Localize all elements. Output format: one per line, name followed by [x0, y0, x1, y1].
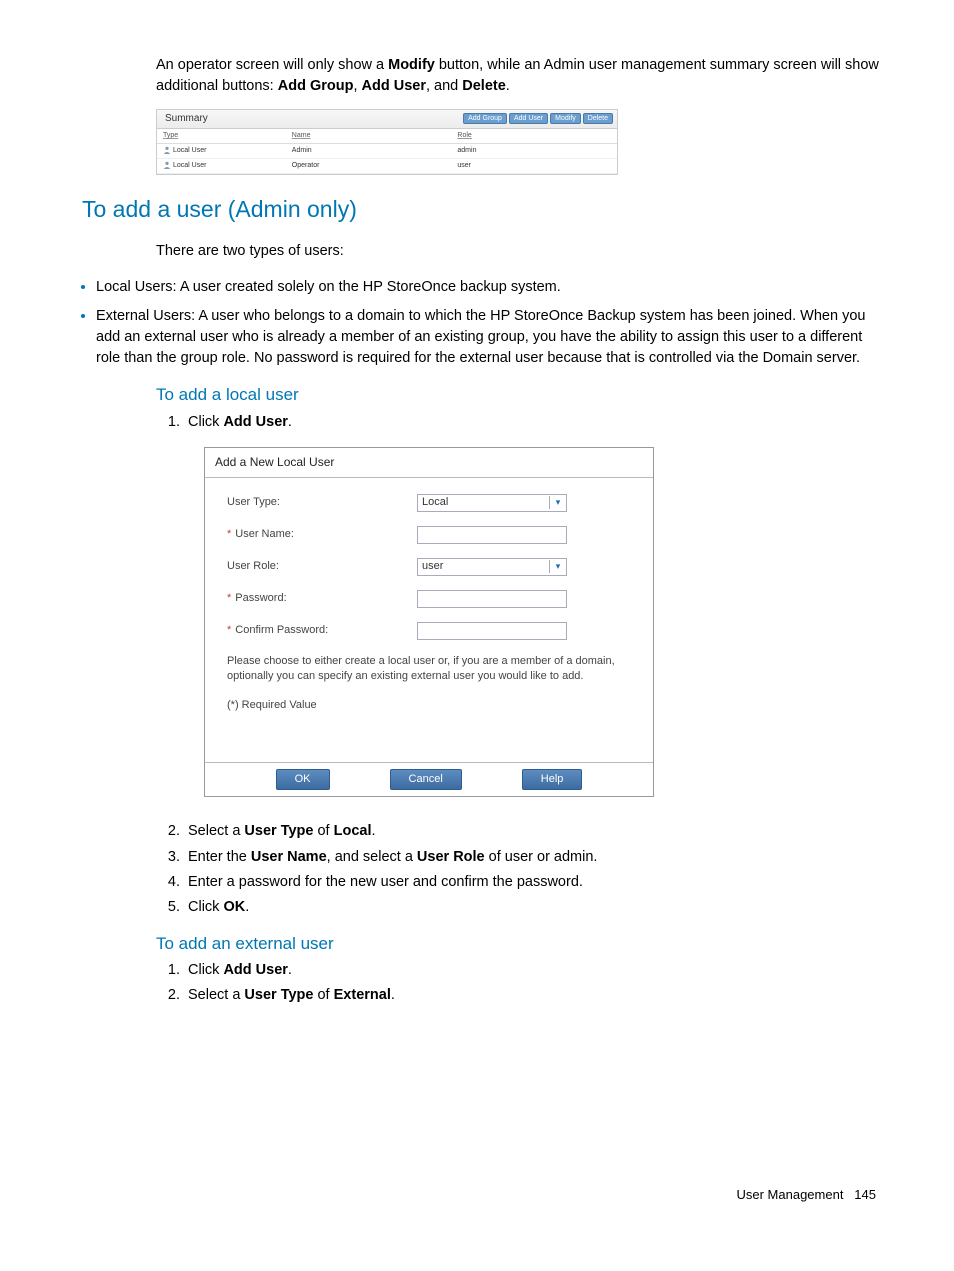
user-name-label: *User Name:: [227, 527, 417, 543]
modify-button[interactable]: Modify: [550, 113, 581, 124]
page-footer: User Management 145: [68, 1186, 876, 1205]
external-user-steps: Click Add User. Select a User Type of Ex…: [156, 960, 886, 1006]
add-group-button[interactable]: Add Group: [463, 113, 507, 124]
heading-add-external-user: To add an external user: [156, 932, 886, 957]
user-type-select[interactable]: Local ▾: [417, 494, 567, 512]
required-note: (*) Required Value: [227, 698, 631, 714]
cancel-button[interactable]: Cancel: [390, 769, 462, 791]
add-user-dialog: Add a New Local User User Type: Local ▾ …: [204, 447, 654, 798]
heading-add-local-user: To add a local user: [156, 383, 886, 408]
user-icon: [163, 161, 171, 169]
dialog-hint: Please choose to either create a local u…: [227, 654, 631, 684]
confirm-password-label: *Confirm Password:: [227, 623, 417, 639]
user-type-label: User Type:: [227, 495, 417, 511]
summary-panel: Summary Add Group Add User Modify Delete…: [156, 109, 618, 176]
password-label: *Password:: [227, 591, 417, 607]
list-item: Select a User Type of Local.: [184, 821, 886, 842]
ok-button[interactable]: OK: [276, 769, 330, 791]
list-item: Click Add User.: [184, 960, 886, 981]
local-user-steps: Click Add User.: [156, 412, 886, 433]
user-role-label: User Role:: [227, 559, 417, 575]
dialog-title: Add a New Local User: [205, 448, 653, 478]
user-types-list: Local Users: A user created solely on th…: [68, 277, 886, 369]
list-item: Enter a password for the new user and co…: [184, 872, 886, 893]
chevron-down-icon: ▾: [549, 496, 566, 509]
user-role-select[interactable]: user ▾: [417, 558, 567, 576]
col-role[interactable]: Role: [457, 132, 471, 139]
local-user-steps-cont: Select a User Type of Local. Enter the U…: [156, 821, 886, 917]
add-user-button[interactable]: Add User: [509, 113, 548, 124]
heading-add-user: To add a user (Admin only): [82, 193, 886, 226]
list-item: External Users: A user who belongs to a …: [96, 306, 886, 369]
list-item: Click OK.: [184, 897, 886, 918]
table-row[interactable]: Local User Operator user: [157, 159, 617, 174]
chevron-down-icon: ▾: [549, 560, 566, 573]
password-field[interactable]: [417, 590, 567, 608]
list-item: Click Add User.: [184, 412, 886, 433]
user-icon: [163, 146, 171, 154]
summary-toolbar: Add Group Add User Modify Delete: [463, 113, 613, 124]
delete-button[interactable]: Delete: [583, 113, 613, 124]
col-name[interactable]: Name: [292, 132, 311, 139]
col-type[interactable]: Type: [163, 132, 178, 139]
summary-table: Type Name Role Local User Admin admin Lo…: [157, 129, 617, 174]
table-row[interactable]: Local User Admin admin: [157, 144, 617, 159]
summary-header: Summary Add Group Add User Modify Delete: [157, 110, 617, 130]
list-item: Local Users: A user created solely on th…: [96, 277, 886, 298]
list-item: Select a User Type of External.: [184, 985, 886, 1006]
confirm-password-field[interactable]: [417, 622, 567, 640]
user-types-intro: There are two types of users:: [156, 241, 886, 262]
summary-title: Summary: [161, 112, 208, 127]
intro-paragraph: An operator screen will only show a Modi…: [156, 55, 886, 97]
user-name-field[interactable]: [417, 526, 567, 544]
list-item: Enter the User Name, and select a User R…: [184, 847, 886, 868]
help-button[interactable]: Help: [522, 769, 583, 791]
